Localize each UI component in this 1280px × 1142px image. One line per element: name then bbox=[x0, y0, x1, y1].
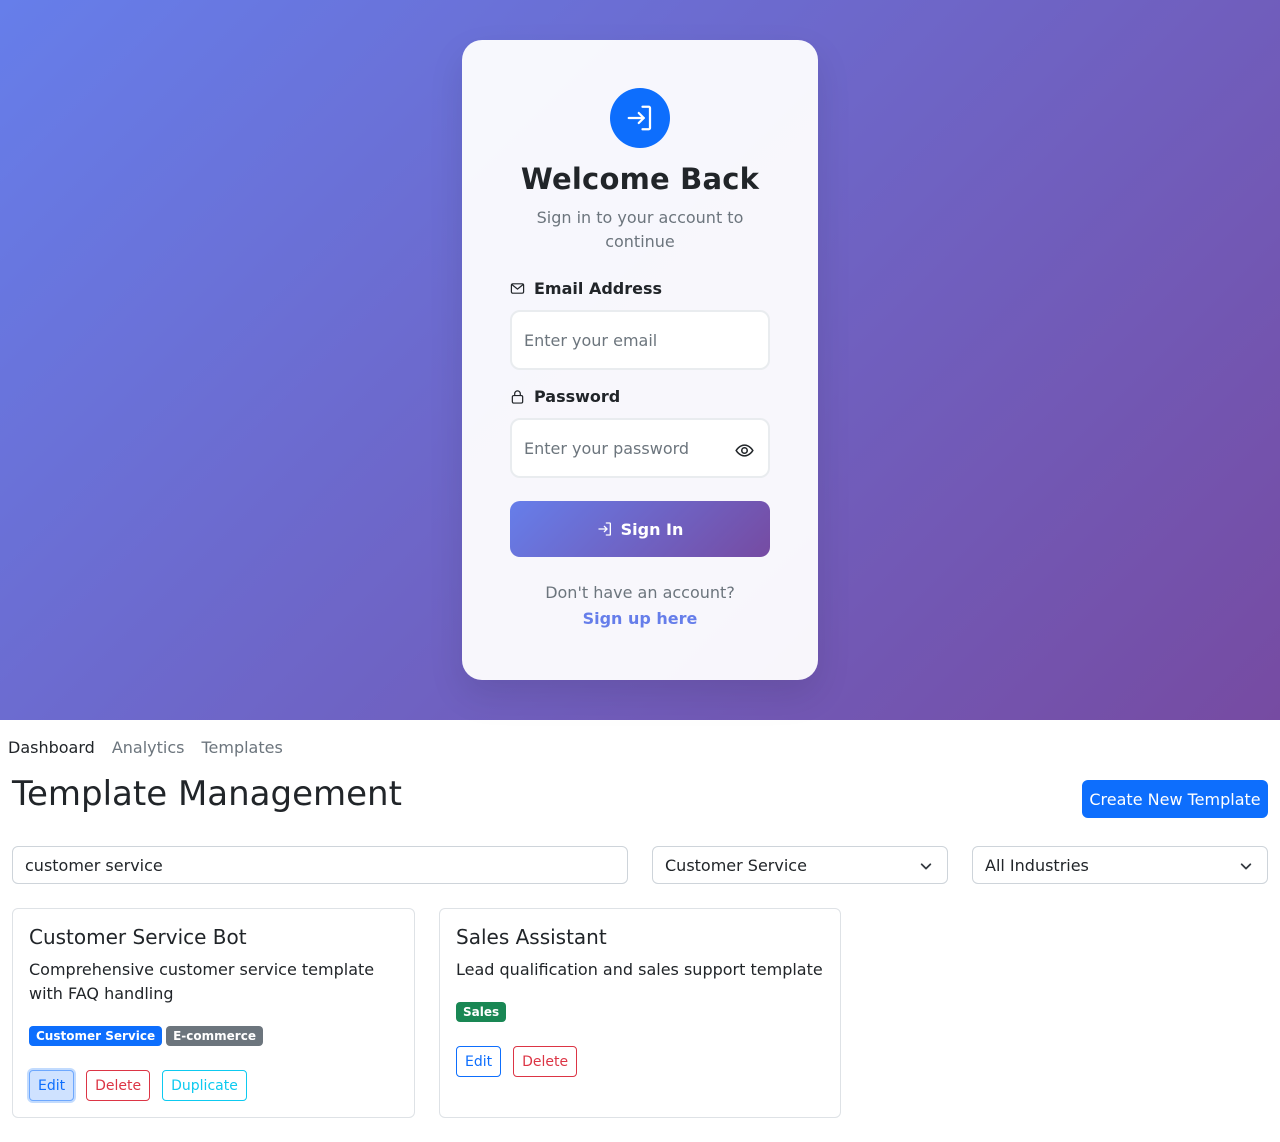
sign-in-label: Sign In bbox=[620, 519, 684, 539]
template-badges: Sales bbox=[456, 1002, 507, 1022]
email-label: Email Address bbox=[510, 279, 770, 298]
email-label-text: Email Address bbox=[534, 279, 663, 298]
page-title: Template Management bbox=[12, 774, 402, 814]
category-badge: Customer Service bbox=[29, 1026, 163, 1046]
password-label-text: Password bbox=[534, 387, 621, 406]
edit-button[interactable]: Edit bbox=[456, 1046, 502, 1077]
category-select[interactable]: Customer Service bbox=[652, 846, 948, 884]
delete-button[interactable]: Delete bbox=[513, 1046, 578, 1077]
template-description: Lead qualification and sales support tem… bbox=[456, 960, 823, 979]
login-subtitle: Sign in to your account to continue bbox=[536, 208, 744, 251]
template-card: Customer Service Bot Comprehensive custo… bbox=[12, 908, 415, 1118]
delete-button[interactable]: Delete bbox=[86, 1070, 151, 1101]
template-title: Customer Service Bot bbox=[29, 925, 247, 949]
template-card: Sales Assistant Lead qualification and s… bbox=[439, 908, 841, 1118]
nav-templates[interactable]: Templates bbox=[201, 738, 282, 757]
sign-up-link[interactable]: Sign up here bbox=[462, 609, 818, 628]
template-title: Sales Assistant bbox=[456, 925, 607, 949]
search-input-value: customer service bbox=[25, 855, 163, 875]
create-template-button[interactable]: Create New Template bbox=[1082, 780, 1268, 818]
login-title: Welcome Back bbox=[520, 162, 760, 196]
no-account-text: Don't have an account? bbox=[545, 583, 735, 602]
login-card: Welcome Back Sign in to your account to … bbox=[462, 40, 818, 680]
login-background: Welcome Back Sign in to your account to … bbox=[0, 0, 1280, 720]
sign-in-icon bbox=[627, 105, 652, 131]
sign-in-icon bbox=[597, 522, 611, 536]
template-actions: Edit Delete bbox=[456, 1046, 578, 1077]
search-input[interactable]: customer service bbox=[12, 846, 628, 884]
nav-dashboard[interactable]: Dashboard bbox=[8, 738, 95, 757]
sign-in-button[interactable]: Sign In bbox=[510, 501, 770, 557]
envelope-icon bbox=[510, 283, 525, 294]
template-badges: Customer Service E-commerce bbox=[29, 1026, 263, 1046]
password-toggle[interactable] bbox=[734, 440, 754, 460]
industry-select-value: All Industries bbox=[985, 855, 1089, 875]
eye-icon bbox=[734, 443, 754, 457]
top-nav: Dashboard Analytics Templates bbox=[8, 738, 283, 757]
edit-button[interactable]: Edit bbox=[29, 1070, 75, 1101]
lock-icon bbox=[511, 390, 524, 404]
password-label: Password bbox=[510, 387, 770, 406]
chevron-down-icon bbox=[920, 863, 932, 870]
template-actions: Edit Delete Duplicate bbox=[29, 1070, 247, 1101]
industry-select[interactable]: All Industries bbox=[972, 846, 1268, 884]
category-select-value: Customer Service bbox=[665, 855, 807, 875]
template-description: Comprehensive customer service template … bbox=[29, 960, 375, 1003]
password-field[interactable] bbox=[510, 418, 770, 478]
duplicate-button[interactable]: Duplicate bbox=[162, 1070, 247, 1101]
category-badge: Sales bbox=[456, 1002, 507, 1022]
nav-analytics[interactable]: Analytics bbox=[112, 738, 185, 757]
industry-badge: E-commerce bbox=[166, 1026, 263, 1046]
email-field[interactable] bbox=[510, 310, 770, 370]
chevron-down-icon bbox=[1240, 863, 1252, 870]
login-logo bbox=[610, 88, 670, 148]
